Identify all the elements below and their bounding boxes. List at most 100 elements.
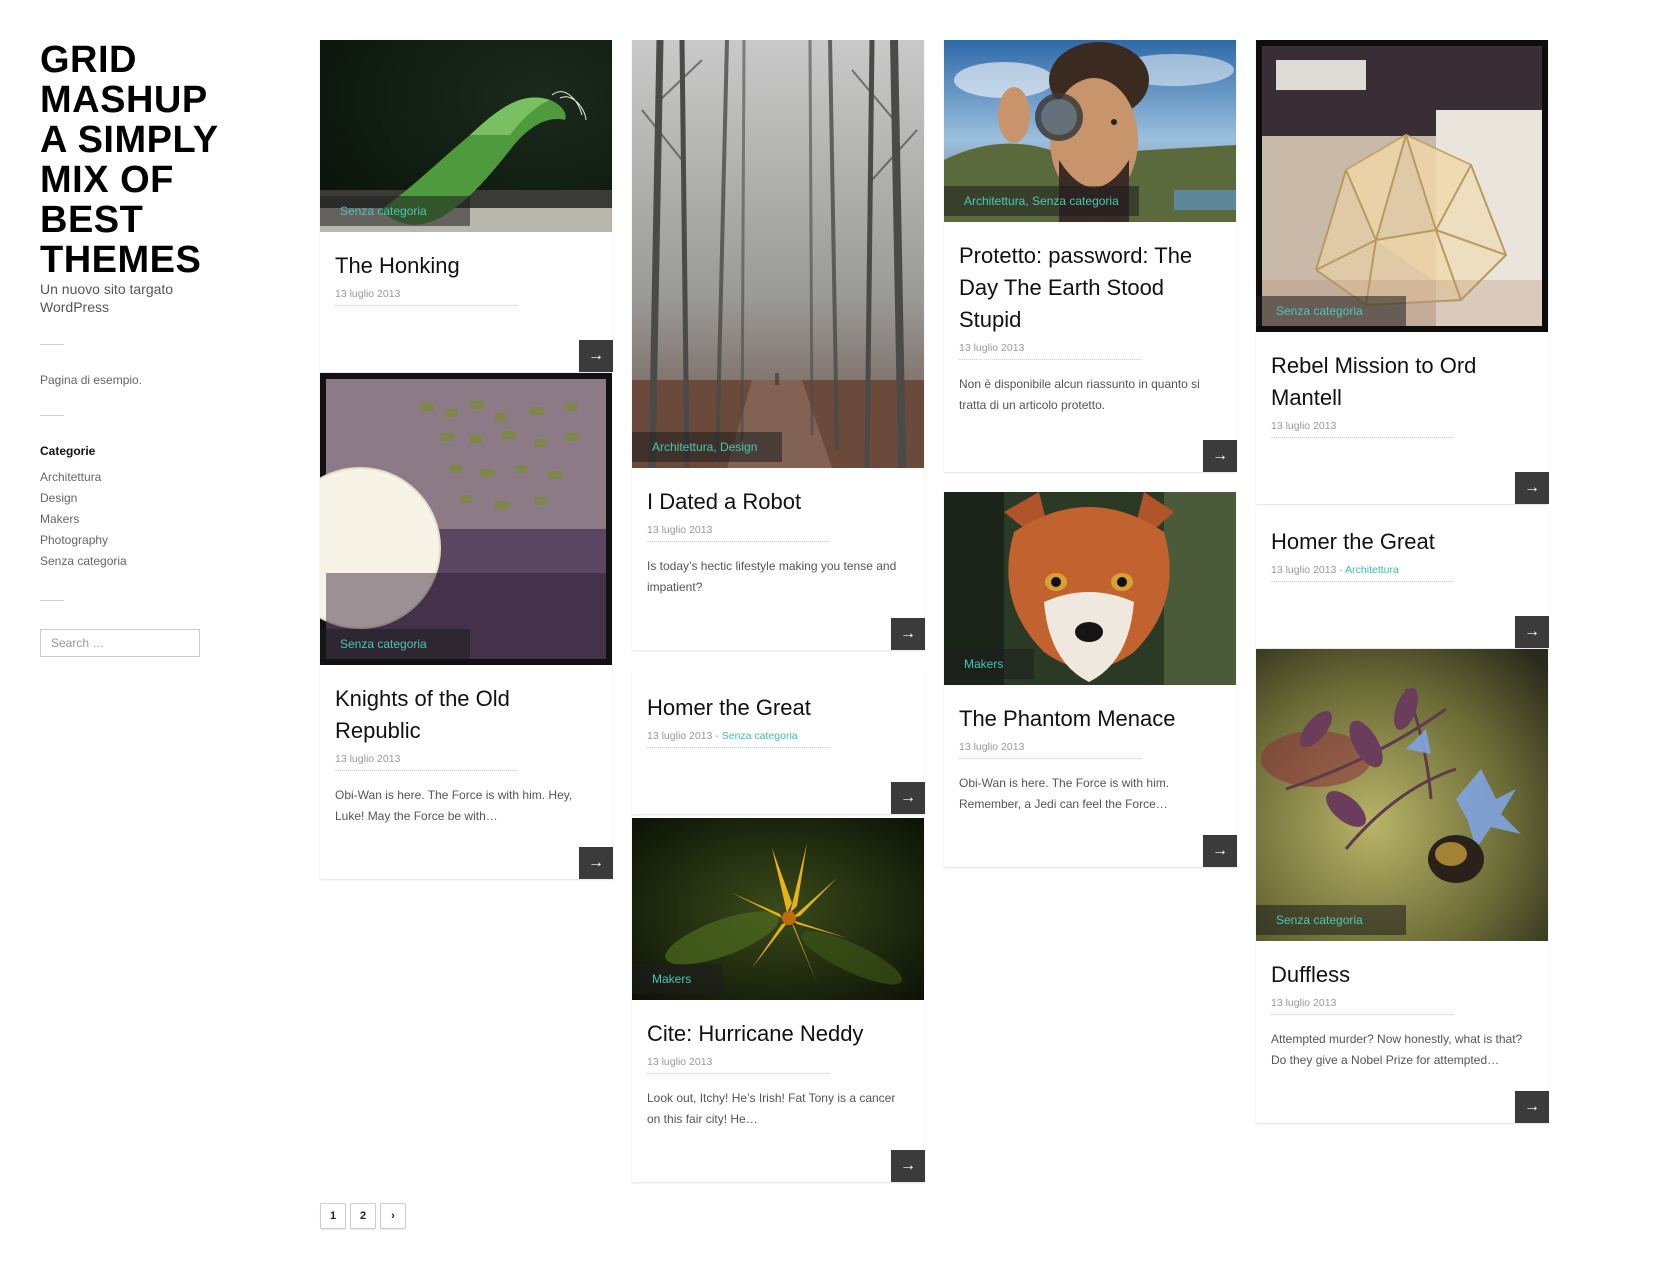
- post-card: Senza categoria The Honking 13 luglio 20…: [320, 40, 613, 372]
- borage-bee-image: [1256, 649, 1548, 941]
- post-thumbnail[interactable]: Senza categoria: [320, 373, 612, 665]
- post-excerpt: Obi-Wan is here. The Force is with him. …: [959, 776, 1170, 811]
- post-card: Architettura, Senza categoria Protetto: …: [944, 40, 1237, 472]
- read-more-arrow-button[interactable]: →: [1515, 1091, 1549, 1123]
- post-title[interactable]: Rebel Mission to Ord Mantell: [1271, 350, 1533, 414]
- post-meta: 13 luglio 2013 - Architettura: [1271, 564, 1453, 582]
- post-title[interactable]: Knights of the Old Republic: [335, 683, 597, 747]
- post-card: Homer the Great 13 luglio 2013 - Senza c…: [632, 670, 925, 814]
- post-body: Protetto: password: The Day The Earth St…: [944, 222, 1237, 472]
- post-title[interactable]: The Phantom Menace: [959, 703, 1221, 735]
- divider: [40, 415, 64, 416]
- post-title[interactable]: Homer the Great: [1271, 526, 1533, 558]
- site-title-line: MASHUP: [40, 79, 208, 121]
- post-body: The Phantom Menace 13 luglio 2013 Obi-Wa…: [944, 685, 1237, 867]
- post-title[interactable]: Duffless: [1271, 959, 1533, 991]
- post-card: Makers The Phantom Menace 13 luglio 2013…: [944, 492, 1237, 867]
- post-body: The Honking 13 luglio 2013 →: [320, 232, 613, 372]
- post-category-label[interactable]: Architettura, Design: [632, 432, 782, 462]
- read-more-arrow-button[interactable]: →: [1203, 835, 1237, 867]
- post-excerpt: Attempted murder? Now honestly, what is …: [1271, 1032, 1523, 1067]
- post-category-label[interactable]: Senza categoria: [320, 196, 470, 226]
- categories-list: Architettura Design Makers Photography S…: [40, 467, 260, 572]
- post-excerpt: Non è disponibile alcun riassunto in qua…: [959, 377, 1200, 412]
- post-category-link[interactable]: Architettura: [1345, 564, 1399, 576]
- category-link-makers[interactable]: Makers: [40, 509, 260, 530]
- post-thumbnail[interactable]: Makers: [944, 492, 1236, 685]
- post-thumbnail[interactable]: Makers: [632, 818, 924, 1000]
- divider: [40, 600, 64, 601]
- post-date-text: 13 luglio 2013: [1271, 564, 1337, 576]
- read-more-arrow-button[interactable]: →: [1203, 440, 1237, 472]
- post-date-text: 13 luglio 2013: [335, 288, 401, 300]
- post-thumbnail[interactable]: Architettura, Senza categoria: [944, 40, 1236, 222]
- post-body: Homer the Great 13 luglio 2013 - Archite…: [1256, 508, 1549, 648]
- category-link-senza-categoria[interactable]: Senza categoria: [40, 551, 260, 572]
- post-category-label[interactable]: Senza categoria: [1256, 296, 1406, 326]
- site-title-line: A SIMPLY: [40, 119, 219, 161]
- pagination: 1 2 ›: [320, 1203, 406, 1229]
- read-more-arrow-button[interactable]: →: [579, 340, 613, 372]
- post-category-label[interactable]: Senza categoria: [320, 629, 470, 659]
- paper-dome-image: [1256, 40, 1548, 332]
- page-2-button[interactable]: 2: [350, 1203, 376, 1229]
- post-card: Architettura, Design I Dated a Robot 13 …: [632, 40, 925, 650]
- post-thumbnail[interactable]: Architettura, Design: [632, 40, 924, 468]
- category-link-design[interactable]: Design: [40, 488, 260, 509]
- category-link-photography[interactable]: Photography: [40, 530, 260, 551]
- post-category-label[interactable]: Makers: [944, 649, 1034, 679]
- post-date: 13 luglio 2013: [647, 1056, 829, 1074]
- post-title[interactable]: Homer the Great: [647, 692, 909, 724]
- post-date-text: 13 luglio 2013: [1271, 420, 1337, 432]
- page-1-button[interactable]: 1: [320, 1203, 346, 1229]
- read-more-arrow-button[interactable]: →: [891, 782, 925, 814]
- post-category-link[interactable]: Senza categoria: [722, 730, 798, 742]
- site-title[interactable]: GRID MASHUP A SIMPLY MIX OF BEST THEMES: [40, 40, 260, 280]
- post-thumbnail[interactable]: Senza categoria: [1256, 40, 1548, 332]
- page-link-example[interactable]: Pagina di esempio.: [40, 373, 260, 387]
- post-date: 13 luglio 2013: [1271, 420, 1453, 438]
- read-more-arrow-button[interactable]: →: [1515, 616, 1549, 648]
- post-thumbnail[interactable]: Senza categoria: [320, 40, 612, 232]
- read-more-arrow-button[interactable]: →: [891, 1150, 925, 1182]
- read-more-arrow-button[interactable]: →: [891, 618, 925, 650]
- next-page-button[interactable]: ›: [380, 1203, 406, 1229]
- site-title-line: GRID: [40, 39, 137, 81]
- site-tagline: Un nuovo sito targato WordPress: [40, 281, 174, 315]
- divider: [40, 344, 64, 345]
- post-meta: 13 luglio 2013 - Senza categoria: [647, 730, 829, 748]
- post-title[interactable]: I Dated a Robot: [647, 486, 909, 518]
- post-date-text: 13 luglio 2013: [959, 741, 1025, 753]
- post-body: Cite: Hurricane Neddy 13 luglio 2013 Loo…: [632, 1000, 925, 1182]
- post-date-text: 13 luglio 2013: [647, 730, 713, 742]
- category-link-architettura[interactable]: Architettura: [40, 467, 260, 488]
- meta-separator: -: [1336, 564, 1346, 576]
- post-excerpt: Obi-Wan is here. The Force is with him. …: [335, 788, 573, 823]
- post-excerpt: Is today’s hectic lifestyle making you t…: [647, 559, 897, 594]
- post-category-label[interactable]: Architettura, Senza categoria: [944, 186, 1139, 216]
- post-title[interactable]: Protetto: password: The Day The Earth St…: [959, 240, 1221, 336]
- post-title[interactable]: Cite: Hurricane Neddy: [647, 1018, 909, 1050]
- post-date-text: 13 luglio 2013: [647, 524, 713, 536]
- post-title[interactable]: The Honking: [335, 250, 597, 282]
- search-input[interactable]: [40, 629, 200, 657]
- read-more-arrow-button[interactable]: →: [579, 847, 613, 879]
- post-body: Homer the Great 13 luglio 2013 - Senza c…: [632, 670, 925, 814]
- post-date-text: 13 luglio 2013: [1271, 997, 1337, 1009]
- post-body: Rebel Mission to Ord Mantell 13 luglio 2…: [1256, 332, 1549, 504]
- read-more-arrow-button[interactable]: →: [1515, 472, 1549, 504]
- post-card: Senza categoria Knights of the Old Repub…: [320, 373, 613, 879]
- post-thumbnail[interactable]: Senza categoria: [1256, 649, 1548, 941]
- post-excerpt: Look out, Itchy! He’s Irish! Fat Tony is…: [647, 1091, 896, 1126]
- post-category-label[interactable]: Makers: [632, 964, 722, 994]
- post-card: Homer the Great 13 luglio 2013 - Archite…: [1256, 508, 1549, 648]
- post-category-label[interactable]: Senza categoria: [1256, 905, 1406, 935]
